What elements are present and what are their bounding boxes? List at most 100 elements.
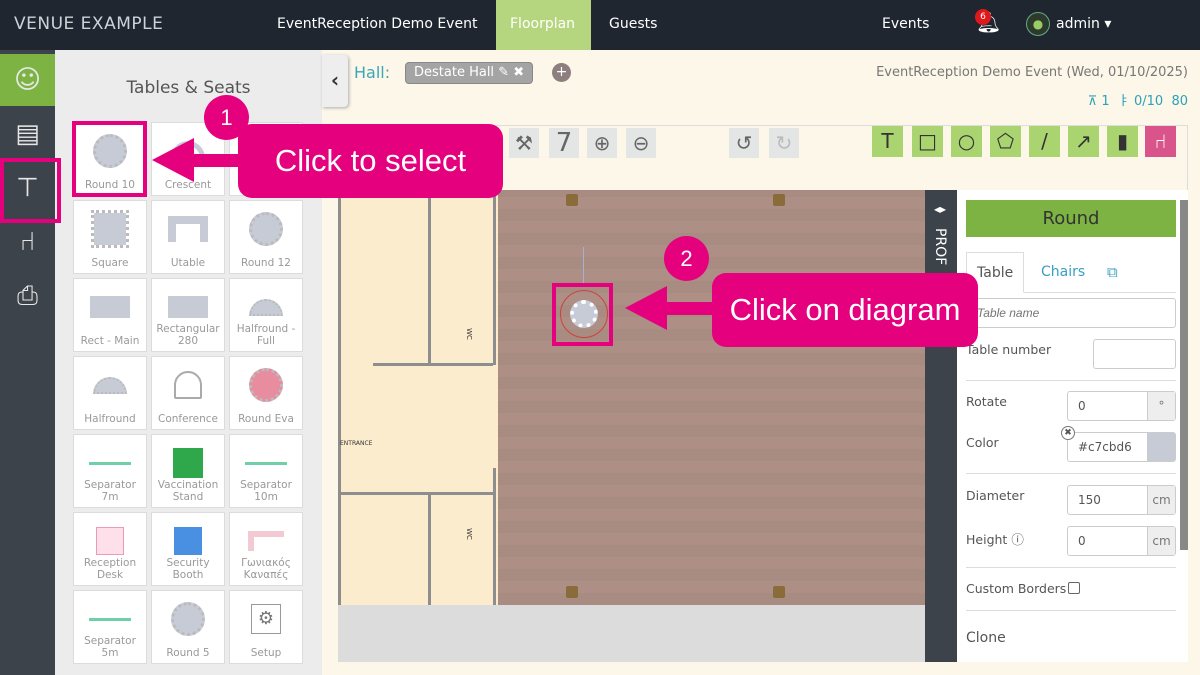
add-hall-button[interactable]: + [552,63,571,82]
tile-round-12[interactable]: Round 12 [229,200,303,274]
hall-floor[interactable] [498,190,925,605]
user-menu[interactable]: admin ▾ [1056,16,1111,32]
cm-unit: cm [1147,486,1175,514]
undo-icon[interactable]: ↺ [729,128,759,158]
hall-selector[interactable]: Destate Hall ✎ ✖ [405,62,534,84]
number-tool[interactable]: 7 [549,128,579,158]
polygon-tool[interactable]: ⬠ [990,126,1021,157]
info-icon: ⓘ [1011,532,1024,547]
hall-name: Destate Hall [414,65,495,80]
notification-badge: 6 [975,9,991,25]
tile-halfround[interactable]: Halfround [73,356,147,430]
tile-halfround-full[interactable]: Halfround - Full [229,278,303,352]
close-icon[interactable]: ✖ [513,65,524,80]
tile-rectangular-280[interactable]: Rectangular 280 [151,278,225,352]
tile-round-5[interactable]: Round 5 [151,590,225,664]
clear-color-icon[interactable]: ✖ [1061,426,1075,440]
ruler-tool[interactable]: ▮ [1107,126,1138,157]
arrow-tool[interactable]: ↗ [1068,126,1099,157]
wc-label: WC [464,328,473,340]
rotate-input[interactable]: 0 ° [1067,391,1176,421]
floorplan-canvas[interactable]: ENTRANCE WC WC [338,190,925,662]
icon-sidebar: ☺ ▤ ⊤ ⑁ ⎙ [0,50,55,675]
magic-wand-icon[interactable]: ⚒ [509,128,539,158]
tile-label: Rect - Main [80,335,140,347]
tile-label: Setup [250,647,282,659]
color-swatch[interactable] [1147,433,1175,461]
zoom-out-icon[interactable]: ⊖ [626,128,656,158]
tile-utable[interactable]: Utable [151,200,225,274]
halfround-icon [230,287,302,327]
copy-icon[interactable]: ⧉ [1097,252,1128,292]
tile-vaccination-stand[interactable]: Vaccination Stand [151,434,225,508]
table-name-input[interactable] [966,298,1176,328]
tile-label: Halfround [84,413,136,425]
tile-label: Separator 7m [84,479,136,503]
tile-label: Separator 10m [240,479,292,503]
table-number-input[interactable] [1093,339,1176,369]
entrance-label: ENTRANCE [340,440,373,447]
ellipse-tool[interactable]: ○ [951,126,982,157]
guests-icon[interactable]: ☺ [0,54,55,106]
layout-icon[interactable]: ▤ [0,108,55,160]
print-icon[interactable]: ⎙ [0,270,55,322]
tile-setup[interactable]: ⚙ Setup [229,590,303,664]
utable-icon [152,209,224,249]
properties-toggle[interactable]: ◂▸ PROF [925,190,957,662]
separator-icon [74,599,146,639]
tile-label: Round Eva [238,413,294,425]
nav-events[interactable]: Events [868,0,943,50]
rect-icon [74,287,146,327]
avatar[interactable]: ● [1026,12,1050,36]
tile-label: Conference [157,413,218,425]
tile-separator-10m[interactable]: Separator 10m [229,434,303,508]
chair-icon[interactable]: ⑁ [0,216,55,268]
outside-area [338,605,925,662]
diameter-input[interactable]: 150 cm [1067,485,1176,515]
custom-borders-checkbox[interactable] [1068,582,1080,594]
table-type-button[interactable]: Round [966,200,1176,237]
nav-guests[interactable]: Guests [595,0,671,50]
tile-separator-5m[interactable]: Separator 5m [73,590,147,664]
color-input[interactable]: #c7cbd6 [1067,432,1176,462]
tile-label: Separator 5m [84,635,136,659]
collapse-panel-button[interactable]: ‹ [322,55,348,107]
rect-icon [152,287,224,327]
scrollbar[interactable] [1180,200,1188,550]
height-input[interactable]: 0 cm [1067,526,1176,556]
rectangle-tool[interactable]: □ [912,126,943,157]
tile-rect-main[interactable]: Rect - Main [73,278,147,352]
clone-button[interactable]: Clone [966,630,1006,646]
nav-event[interactable]: EventReception Demo Event [263,0,491,50]
table-number-label: Table number [966,342,1052,357]
tile-round-eva[interactable]: Round Eva [229,356,303,430]
edit-icon[interactable]: ✎ [498,65,509,80]
cm-unit: cm [1147,527,1175,555]
rotate-label: Rotate [966,394,1007,409]
pillar [773,586,785,598]
properties-panel: Round Table Chairs ⧉ Table number Rotate… [957,190,1188,662]
rotate-handle[interactable] [583,247,584,287]
nav-floorplan[interactable]: Floorplan [496,0,591,50]
tile-label: Halfround - Full [236,323,296,347]
text-tool[interactable]: T [872,126,903,157]
tile-security-booth[interactable]: Security Booth [151,512,225,586]
tile-conference[interactable]: Conference [151,356,225,430]
tile-γωνιακ-ς-καναπ-ς[interactable]: Γωνιακός Καναπές [229,512,303,586]
tile-reception-desk[interactable]: Reception Desk [73,512,147,586]
redo-icon[interactable]: ↻ [769,128,799,158]
panel-title: Tables & Seats [126,78,251,98]
tab-chairs[interactable]: Chairs [1031,252,1095,292]
tile-square[interactable]: Square [73,200,147,274]
wc-label: WC [464,528,473,540]
line-tool[interactable]: / [1029,126,1060,157]
guest-count: 0 [1179,94,1188,109]
seat-count: 0/10 [1133,94,1164,109]
zoom-in-icon[interactable]: ⊕ [587,128,617,158]
expand-icon[interactable]: ◂▸ [934,202,946,216]
arrow-shaft [192,154,242,167]
properties-label: PROF [932,228,948,266]
remove-chair-icon[interactable]: ⑁ [1145,126,1176,157]
tile-separator-7m[interactable]: Separator 7m [73,434,147,508]
tile-label: Utable [170,257,206,269]
